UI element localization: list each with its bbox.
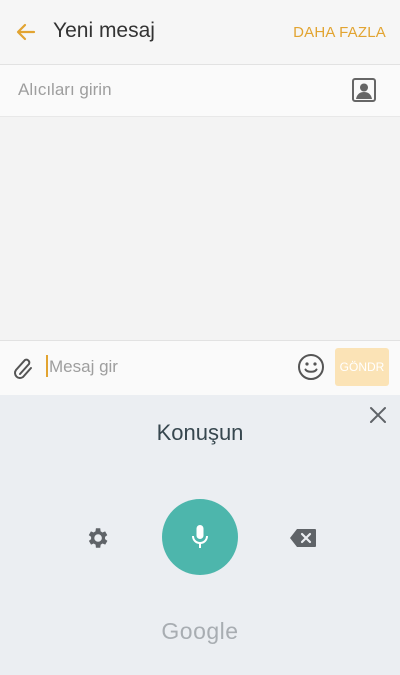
microphone-button[interactable] <box>162 499 238 575</box>
google-logo: Google <box>161 618 239 644</box>
text-cursor <box>46 355 48 377</box>
attach-icon[interactable] <box>12 354 36 380</box>
backspace-icon[interactable] <box>289 528 317 548</box>
contact-icon[interactable] <box>352 78 376 102</box>
page-title: Yeni mesaj <box>53 19 155 42</box>
settings-gear-icon[interactable] <box>84 525 110 551</box>
recipient-field[interactable]: Alıcıları girin <box>0 65 400 117</box>
message-input[interactable]: Mesaj gir <box>49 357 118 377</box>
microphone-icon <box>192 525 208 548</box>
emoji-icon[interactable] <box>297 353 325 381</box>
speak-prompt: Konuşun <box>156 420 244 445</box>
more-button[interactable]: DAHA FAZLA <box>293 24 386 41</box>
back-arrow-icon[interactable] <box>14 20 38 44</box>
message-thread-area <box>0 117 400 340</box>
recipient-input[interactable]: Alıcıları girin <box>18 80 112 100</box>
send-button[interactable]: GÖNDR <box>335 348 389 386</box>
